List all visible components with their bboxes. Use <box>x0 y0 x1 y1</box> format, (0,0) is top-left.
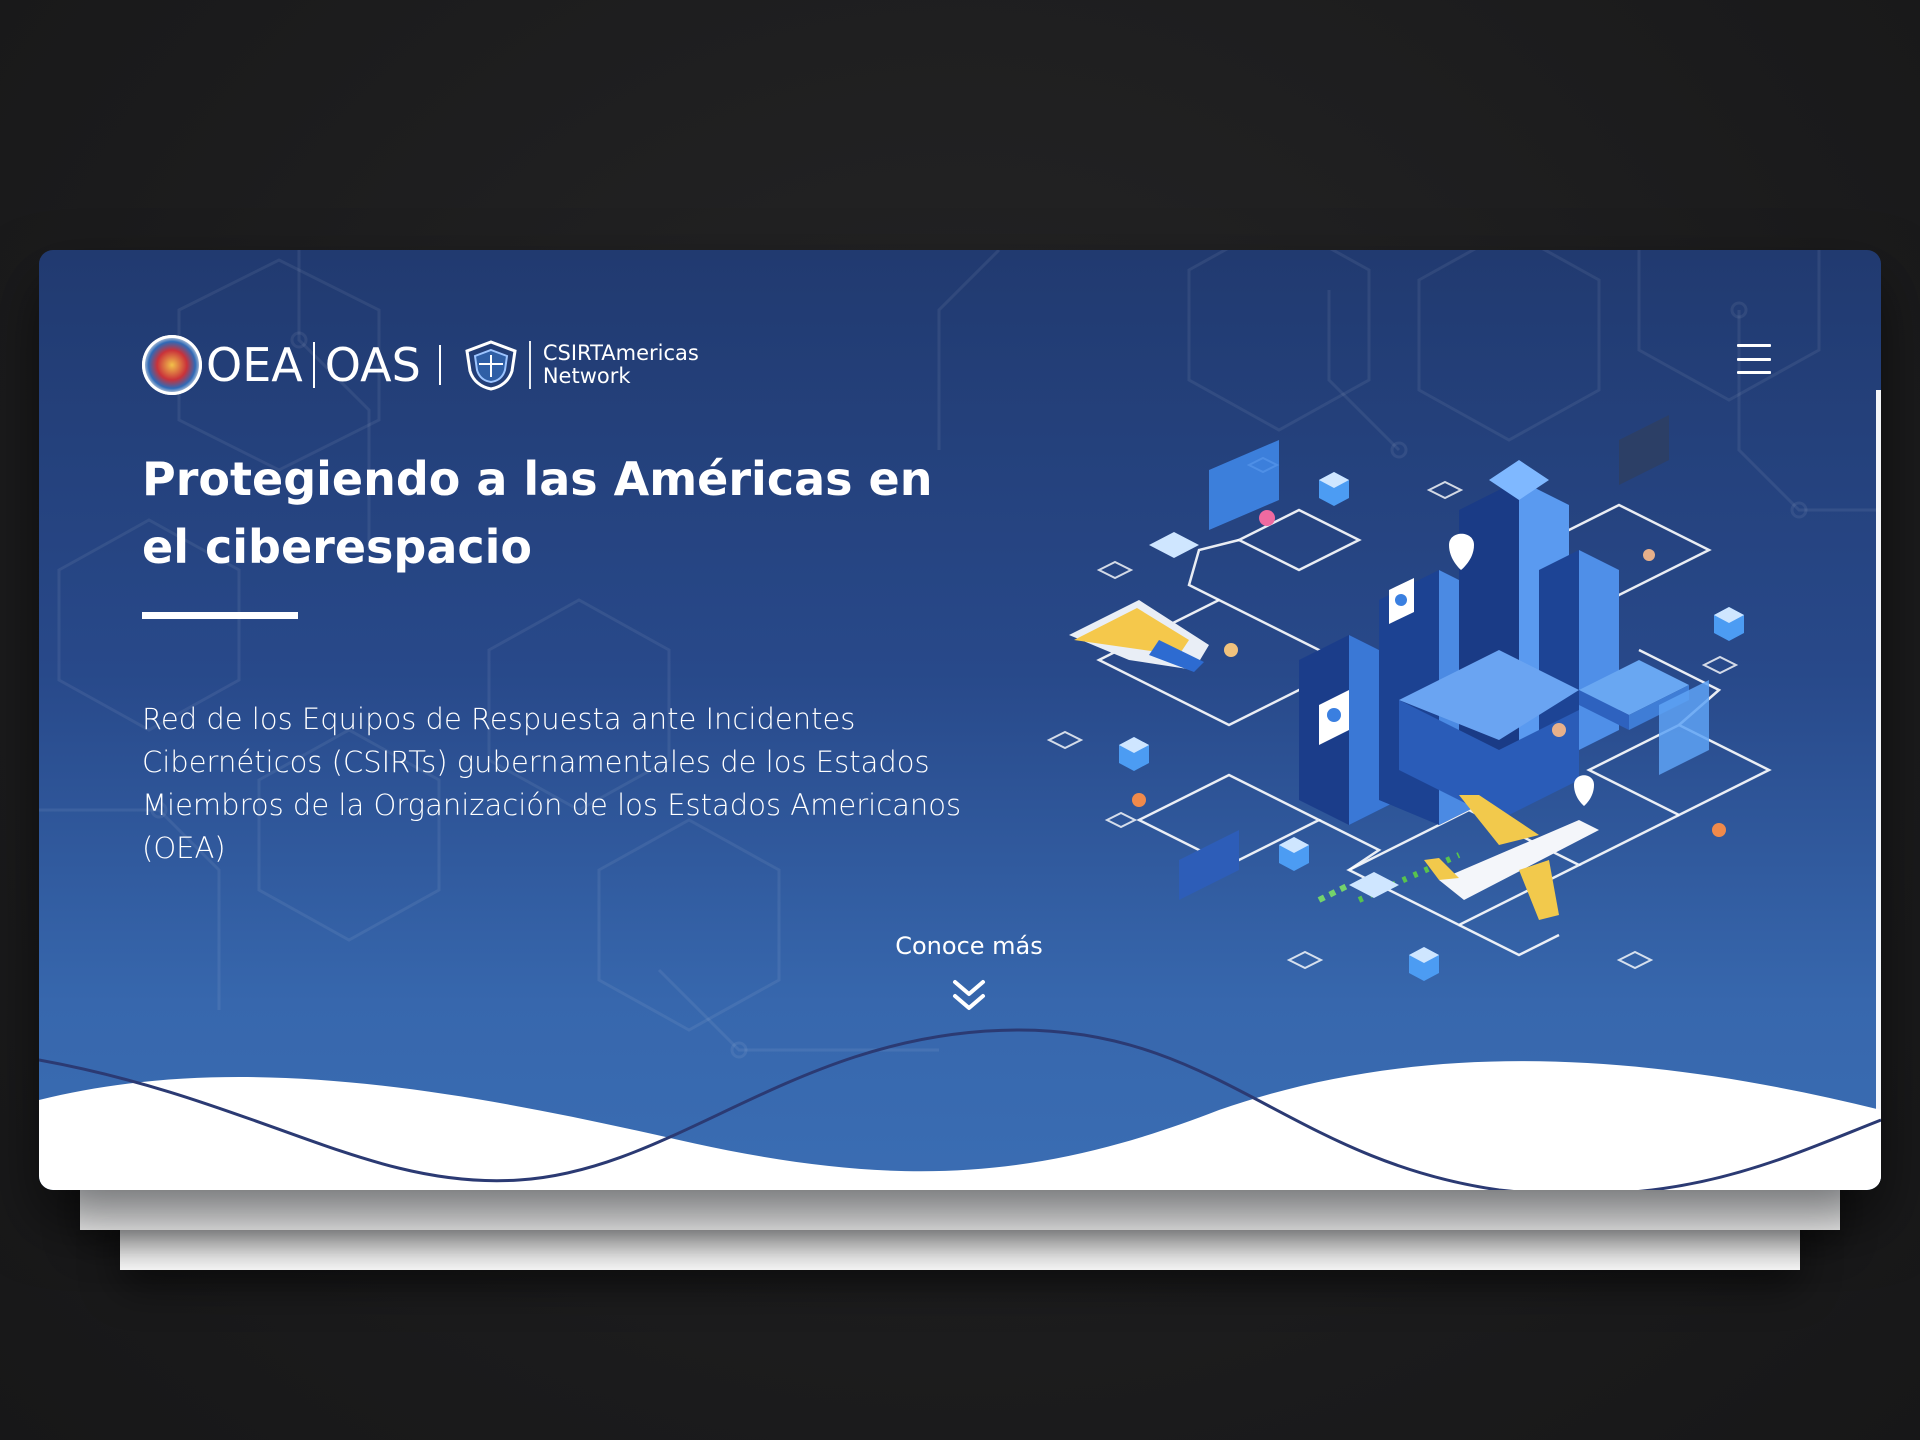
network-name-line2: Network <box>542 364 631 388</box>
logo-divider <box>438 345 441 385</box>
shield-icon <box>465 340 517 391</box>
network-name-line1: CSIRTAmericas <box>542 341 699 365</box>
smart-city-illustration <box>1046 415 1772 981</box>
org-name-en: OAS <box>324 338 421 392</box>
hero-description: Red de los Equipos de Respuesta ante Inc… <box>142 702 962 865</box>
site-header: OEA OAS CSIRTAmericas Network <box>142 330 1842 400</box>
hero-section: OEA OAS CSIRTAmericas Network Protegiend… <box>39 250 1881 1190</box>
wave-divider <box>39 1028 1881 1190</box>
network-name: CSIRTAmericas Network <box>543 342 699 388</box>
hero-title: Protegiendo a las Américas en el ciberes… <box>142 452 933 574</box>
org-name-es: OEA <box>206 338 303 392</box>
logo-divider <box>312 342 315 388</box>
oas-seal-icon <box>142 335 202 395</box>
hamburger-menu-icon[interactable] <box>1737 344 1771 374</box>
learn-more-link[interactable]: Conoce más <box>859 932 1079 960</box>
network-divider <box>528 341 531 389</box>
title-underline <box>142 612 298 619</box>
double-chevron-down-icon[interactable] <box>951 978 987 1012</box>
